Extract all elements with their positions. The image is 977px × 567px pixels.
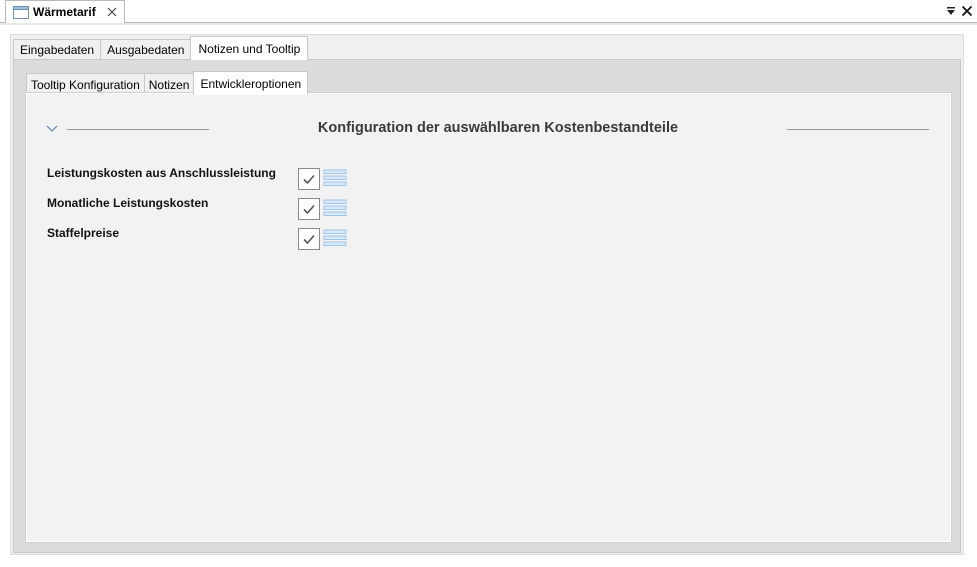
close-icon[interactable] — [106, 6, 118, 18]
close-view-icon[interactable] — [961, 4, 973, 18]
outer-tab-bar: Eingabedaten Ausgabedaten Notizen und To… — [13, 36, 309, 60]
section-header: Konfiguration der auswählbaren Kostenbes… — [27, 120, 952, 140]
option-label: Leistungskosten aus Anschlussleistung — [47, 166, 276, 180]
option-row: Leistungskosten aus Anschlussleistung — [47, 164, 387, 190]
option-checkbox[interactable] — [298, 168, 320, 190]
window-icon — [13, 5, 29, 19]
tab-ausgabedaten[interactable]: Ausgabedaten — [100, 39, 192, 60]
list-icon[interactable] — [323, 229, 347, 247]
entwickleroptionen-panel: Konfiguration der auswählbaren Kostenbes… — [26, 93, 951, 542]
option-label: Staffelpreise — [47, 226, 120, 240]
section-title: Konfiguration der auswählbaren Kostenbes… — [317, 120, 679, 136]
chevron-down-icon[interactable] — [45, 122, 59, 136]
option-checkbox[interactable] — [298, 228, 320, 250]
editor-tab-waermetarif[interactable]: Wärmetarif — [5, 0, 125, 23]
tab-notizen-und-tooltip[interactable]: Notizen und Tooltip — [190, 36, 309, 60]
section-divider-left — [67, 129, 209, 130]
tab-tooltip-konfiguration[interactable]: Tooltip Konfiguration — [26, 73, 145, 95]
outer-tab-panel: Tooltip Konfiguration Notizen Entwickler… — [13, 59, 961, 553]
editor-tab-title: Wärmetarif — [33, 5, 96, 19]
editor-tab-strip: Wärmetarif — [0, 0, 977, 25]
option-row: Monatliche Leistungskosten — [47, 194, 387, 220]
option-checkbox[interactable] — [298, 198, 320, 220]
section-divider-right — [787, 129, 929, 130]
list-icon[interactable] — [323, 169, 347, 187]
option-label: Monatliche Leistungskosten — [47, 196, 209, 210]
list-icon[interactable] — [323, 199, 347, 217]
option-row: Staffelpreise — [47, 224, 387, 250]
inner-tab-bar: Tooltip Konfiguration Notizen Entwickler… — [26, 71, 309, 95]
editor-content: Eingabedaten Ausgabedaten Notizen und To… — [10, 34, 964, 555]
tab-notizen[interactable]: Notizen — [143, 73, 195, 95]
tab-entwickleroptionen[interactable]: Entwickleroptionen — [193, 71, 309, 95]
tab-eingabedaten[interactable]: Eingabedaten — [13, 39, 102, 60]
view-menu-icon[interactable] — [945, 4, 957, 18]
